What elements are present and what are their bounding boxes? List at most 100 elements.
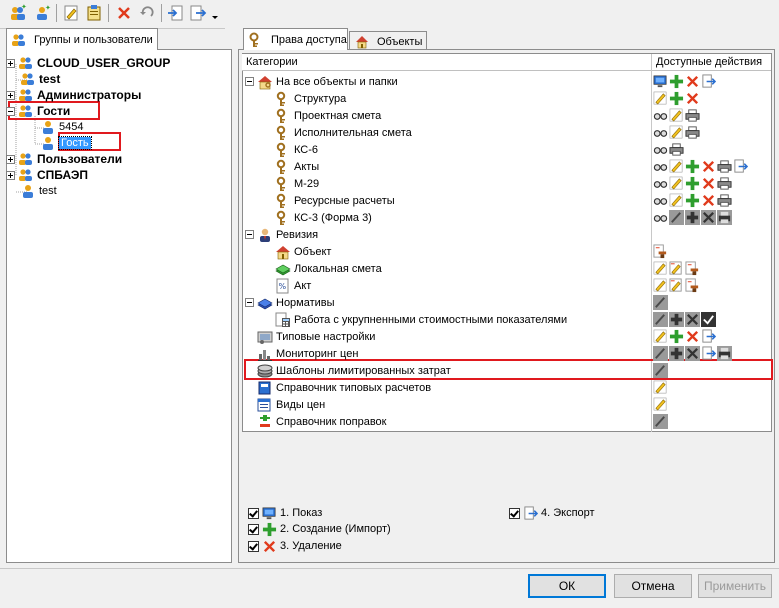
- table-row[interactable]: Шаблоны лимитированных затрат: [243, 362, 451, 379]
- plus-icon[interactable]: [669, 91, 684, 106]
- tree-item[interactable]: test: [20, 71, 60, 87]
- dropdown-arrow-icon[interactable]: [210, 4, 220, 22]
- legend-checkbox[interactable]: [248, 540, 259, 552]
- legend-checkbox[interactable]: [248, 523, 259, 535]
- table-row[interactable]: КС-6: [243, 141, 318, 158]
- glasses-icon[interactable]: [653, 159, 668, 174]
- apply-button[interactable]: Применить: [698, 574, 772, 598]
- export-icon[interactable]: [701, 74, 717, 89]
- table-row[interactable]: Структура: [243, 90, 346, 107]
- stamp-doc-icon[interactable]: [685, 261, 700, 276]
- expand-icon[interactable]: [6, 90, 15, 100]
- gray-pencil-icon[interactable]: [653, 295, 668, 310]
- glasses-icon[interactable]: [653, 193, 668, 208]
- table-row[interactable]: Локальная смета: [243, 260, 382, 277]
- tree-item[interactable]: СПБАЭП: [6, 167, 88, 183]
- add-group-icon[interactable]: ✦: [9, 3, 27, 22]
- tree-item[interactable]: Гости: [6, 103, 70, 119]
- plus-icon[interactable]: [685, 193, 700, 208]
- edit-icon[interactable]: [62, 4, 80, 22]
- legend-item[interactable]: 1. Показ: [248, 505, 322, 521]
- table-row[interactable]: КС-3 (Форма 3): [243, 209, 372, 226]
- tree-item[interactable]: test: [20, 183, 57, 199]
- glasses-icon[interactable]: [653, 210, 668, 225]
- x-icon[interactable]: [701, 176, 716, 191]
- table-row[interactable]: Объект: [243, 243, 331, 260]
- expand-icon[interactable]: [6, 58, 15, 68]
- gray-printer-icon[interactable]: [717, 346, 732, 361]
- gray-plus-icon[interactable]: [669, 346, 684, 361]
- tree-item[interactable]: Пользователи: [6, 151, 122, 167]
- glasses-icon[interactable]: [653, 176, 668, 191]
- gray-plus-icon[interactable]: [685, 210, 700, 225]
- legend-item[interactable]: 3. Удаление: [248, 538, 342, 554]
- table-row[interactable]: Нормативы: [243, 294, 335, 311]
- pencil-doc-icon[interactable]: [669, 261, 684, 276]
- delete-icon[interactable]: [115, 4, 133, 22]
- gray-x-icon[interactable]: [701, 210, 716, 225]
- tree-item[interactable]: CLOUD_USER_GROUP: [6, 55, 170, 71]
- pencil-icon[interactable]: [669, 193, 684, 208]
- collapse-icon[interactable]: [245, 298, 254, 307]
- properties-icon[interactable]: [85, 4, 103, 22]
- undo-icon[interactable]: [138, 4, 156, 22]
- gray-plus-icon[interactable]: [669, 312, 684, 327]
- printer-icon[interactable]: [685, 125, 700, 140]
- pencil-icon[interactable]: [653, 329, 668, 344]
- x-icon[interactable]: [685, 329, 700, 344]
- collapse-icon[interactable]: [245, 77, 254, 86]
- tab-objects[interactable]: Объекты: [349, 31, 427, 51]
- plus-icon[interactable]: [685, 159, 700, 174]
- column-categories[interactable]: Категории: [242, 54, 651, 70]
- export-icon[interactable]: [701, 346, 717, 361]
- table-row[interactable]: Справочник поправок: [243, 413, 386, 430]
- table-row[interactable]: Работа с укрупненными стоимостными показ…: [243, 311, 567, 328]
- export-icon[interactable]: [189, 4, 207, 22]
- gray-x-icon[interactable]: [685, 346, 700, 361]
- ok-button[interactable]: ОК: [528, 574, 606, 598]
- tree-item[interactable]: Администраторы: [6, 87, 141, 103]
- pencil-icon[interactable]: [653, 261, 668, 276]
- stamp-doc-icon[interactable]: [653, 244, 668, 259]
- dark-check-icon[interactable]: [701, 312, 716, 327]
- table-row[interactable]: Акты: [243, 158, 319, 175]
- table-row[interactable]: Проектная смета: [243, 107, 381, 124]
- expand-icon[interactable]: [6, 154, 15, 164]
- table-row[interactable]: На все объекты и папки: [243, 73, 398, 90]
- pencil-icon[interactable]: [669, 108, 684, 123]
- tab-groups-users[interactable]: Группы и пользователи: [6, 28, 158, 50]
- x-icon[interactable]: [701, 159, 716, 174]
- pencil-icon[interactable]: [669, 159, 684, 174]
- printer-icon[interactable]: [717, 193, 732, 208]
- table-row[interactable]: Ресурсные расчеты: [243, 192, 395, 209]
- add-user-icon[interactable]: ✦: [34, 4, 52, 22]
- monitor-icon[interactable]: [653, 74, 668, 89]
- glasses-icon[interactable]: [653, 125, 668, 140]
- collapse-icon[interactable]: [245, 230, 254, 239]
- column-actions[interactable]: Доступные действия: [652, 54, 771, 70]
- stamp-doc-icon[interactable]: [685, 278, 700, 293]
- gray-pencil-icon[interactable]: [653, 414, 668, 429]
- table-row[interactable]: Ревизия: [243, 226, 318, 243]
- expand-icon[interactable]: [6, 170, 15, 180]
- printer-icon[interactable]: [717, 176, 732, 191]
- gray-pencil-icon[interactable]: [653, 312, 668, 327]
- table-row[interactable]: Типовые настройки: [243, 328, 375, 345]
- legend-item[interactable]: 4. Экспорт: [509, 505, 595, 521]
- plus-icon[interactable]: [669, 329, 684, 344]
- tree-item[interactable]: 5454: [40, 119, 83, 135]
- cancel-button[interactable]: Отмена: [614, 574, 692, 598]
- gray-pencil-icon[interactable]: [669, 210, 684, 225]
- tab-access-rights[interactable]: Права доступа: [243, 28, 348, 50]
- pencil-icon[interactable]: [653, 380, 668, 395]
- gray-printer-icon[interactable]: [717, 210, 732, 225]
- table-row[interactable]: Виды цен: [243, 396, 325, 413]
- printer-icon[interactable]: [717, 159, 732, 174]
- pencil-doc-icon[interactable]: [669, 278, 684, 293]
- table-row[interactable]: Справочник типовых расчетов: [243, 379, 431, 396]
- legend-item[interactable]: 2. Создание (Импорт): [248, 521, 391, 537]
- tree-item[interactable]: Гость: [40, 135, 92, 151]
- collapse-icon[interactable]: [6, 106, 15, 116]
- export-icon[interactable]: [701, 329, 717, 344]
- legend-checkbox[interactable]: [248, 507, 259, 519]
